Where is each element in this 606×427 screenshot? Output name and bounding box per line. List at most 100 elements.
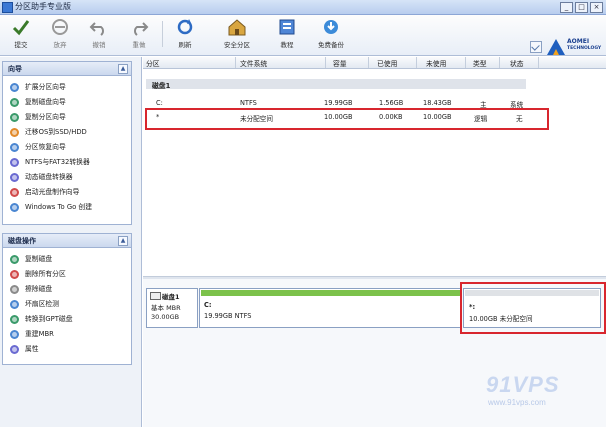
disk-op-icon (10, 315, 19, 324)
collapse-icon[interactable]: ▲ (118, 236, 128, 246)
wizard-item[interactable]: 迁移OS到SSD/HDD (3, 125, 131, 140)
disk-op-label: 擦除磁盘 (25, 285, 53, 293)
disk-ops-panel: 磁盘操作 ▲ 复制磁盘 删除所有分区 擦除磁盘 坏扇区检测 转换到GPT磁盘 重… (2, 233, 132, 365)
partition-c-block[interactable]: C: 19.99GB NTFS (199, 288, 462, 328)
usage-bar (201, 290, 460, 296)
wizard-header: 向导 ▲ (3, 62, 131, 76)
col-status[interactable]: 状态 (510, 58, 524, 68)
disk-group-row[interactable]: 磁盘1 (146, 79, 526, 90)
backup-icon (324, 20, 338, 34)
checkmark-icon (12, 20, 30, 36)
wizard-item-label: 分区恢复向导 (25, 143, 66, 151)
maximize-button[interactable]: □ (575, 2, 588, 13)
toolbar: 提交 放弃 撤销 重做 刷新 安全分区 教程 免费备份 AOMEI TECHNOL… (0, 15, 606, 56)
wizard-item[interactable]: Windows To Go 创建 (3, 200, 131, 215)
disk-type: 基本 MBR (151, 304, 181, 312)
wizard-item[interactable]: 复制分区向导 (3, 110, 131, 125)
redo-label: 重做 (132, 41, 146, 49)
wizard-item-label: NTFS与FAT32转换器 (25, 158, 90, 166)
wizard-icon (10, 203, 19, 212)
cell-filesystem: NTFS (240, 99, 257, 107)
disk-op-icon (10, 255, 19, 264)
col-partition[interactable]: 分区 (146, 58, 160, 68)
disk-op-item[interactable]: 复制磁盘 (3, 252, 131, 267)
partition-c-detail: 19.99GB NTFS (204, 312, 252, 320)
partition-c-label: C: (204, 301, 212, 309)
wizard-item-label: 扩展分区向导 (25, 83, 66, 91)
wizard-item[interactable]: NTFS与FAT32转换器 (3, 155, 131, 170)
undo-button[interactable]: 撤销 (84, 17, 114, 51)
disk-icon (150, 292, 161, 300)
col-type[interactable]: 类型 (473, 58, 487, 68)
free-backup-button[interactable]: 免费备份 (312, 17, 350, 51)
wizard-item-label: 复制磁盘向导 (25, 98, 66, 106)
disk-op-item[interactable]: 坏扇区检测 (3, 297, 131, 312)
disk-op-label: 删除所有分区 (25, 270, 66, 278)
disk-op-label: 转换到GPT磁盘 (25, 315, 73, 323)
refresh-button[interactable]: 刷新 (170, 17, 200, 51)
disk-op-item[interactable]: 重建MBR (3, 327, 131, 342)
disk-op-item[interactable]: 删除所有分区 (3, 267, 131, 282)
aomei-logo-icon (547, 39, 565, 55)
wizard-item-label: 复制分区向导 (25, 113, 66, 121)
disk-op-label: 坏扇区检测 (25, 300, 59, 308)
disk-name: 磁盘1 (162, 293, 180, 301)
wizard-icon (10, 158, 19, 167)
wizard-item[interactable]: 复制磁盘向导 (3, 95, 131, 110)
watermark: 91VPS www.91vps.com (486, 372, 596, 412)
submit-label: 提交 (14, 41, 28, 49)
safe-partition-button[interactable]: 安全分区 (218, 17, 256, 51)
table-header: 分区 文件系统 容量 已使用 未使用 类型 状态 (143, 57, 606, 69)
wizard-panel: 向导 ▲ 扩展分区向导 复制磁盘向导 复制分区向导 迁移OS到SSD/HDD 分… (2, 61, 132, 225)
wizard-icon (10, 128, 19, 137)
disk-op-item[interactable]: 转换到GPT磁盘 (3, 312, 131, 327)
check-icon[interactable] (530, 41, 542, 53)
disk-op-icon (10, 345, 19, 354)
collapse-icon[interactable]: ▲ (118, 64, 128, 74)
wizard-icon (10, 83, 19, 92)
disk-op-item[interactable]: 擦除磁盘 (3, 282, 131, 297)
toolbar-separator (162, 21, 163, 47)
minimize-button[interactable]: _ (560, 2, 573, 13)
disk-op-icon (10, 300, 19, 309)
book-icon (279, 19, 295, 35)
tutorial-button[interactable]: 教程 (272, 17, 302, 51)
submit-button[interactable]: 提交 (6, 17, 36, 51)
cell-partition: C: (156, 99, 163, 107)
wizard-title: 向导 (8, 65, 22, 73)
wizard-item[interactable]: 分区恢复向导 (3, 140, 131, 155)
highlight-box (145, 108, 549, 130)
col-filesystem[interactable]: 文件系统 (240, 58, 267, 68)
disk-info-box[interactable]: 磁盘1 基本 MBR 30.00GB (146, 288, 198, 328)
disk-op-icon (10, 270, 19, 279)
close-button[interactable]: × (590, 2, 603, 13)
col-free[interactable]: 未使用 (426, 58, 446, 68)
disk-op-item[interactable]: 属性 (3, 342, 131, 357)
wizard-icon (10, 173, 19, 182)
highlight-box (460, 282, 606, 334)
tutorial-label: 教程 (280, 41, 294, 49)
discard-button[interactable]: 放弃 (45, 17, 75, 51)
redo-button[interactable]: 重做 (124, 17, 154, 51)
wizard-item-label: 迁移OS到SSD/HDD (25, 128, 87, 136)
logo-brand: AOMEI (567, 38, 590, 45)
wizard-icon (10, 143, 19, 152)
wizard-icon (10, 188, 19, 197)
refresh-icon (177, 19, 193, 35)
disk-op-label: 复制磁盘 (25, 255, 53, 263)
cell-capacity: 19.99GB (324, 99, 353, 107)
discard-icon (52, 19, 68, 35)
cell-used: 1.56GB (379, 99, 404, 107)
safe-partition-label: 安全分区 (224, 41, 250, 49)
undo-icon (89, 22, 104, 36)
wizard-item[interactable]: 启动光盘制作向导 (3, 185, 131, 200)
wizard-item-label: 启动光盘制作向导 (25, 188, 80, 196)
watermark-big: 91VPS (486, 372, 560, 397)
usage-bar-fill (201, 290, 460, 296)
wizard-item[interactable]: 扩展分区向导 (3, 80, 131, 95)
col-capacity[interactable]: 容量 (333, 58, 347, 68)
disk-ops-header: 磁盘操作 ▲ (3, 234, 131, 248)
wizard-item[interactable]: 动态磁盘转换器 (3, 170, 131, 185)
app-icon (2, 2, 13, 13)
col-used[interactable]: 已使用 (377, 58, 397, 68)
